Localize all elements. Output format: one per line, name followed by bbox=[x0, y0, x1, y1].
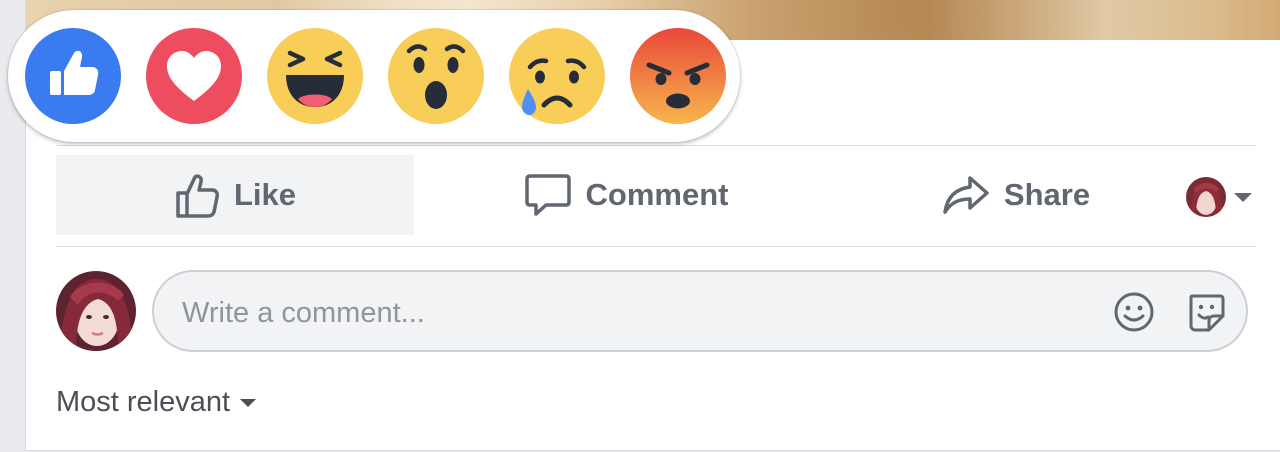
comment-input-box[interactable] bbox=[152, 270, 1248, 352]
reactions-popup bbox=[8, 10, 740, 142]
wow-reaction-icon bbox=[388, 28, 484, 124]
divider-bottom bbox=[56, 246, 1256, 247]
thumbs-up-icon bbox=[174, 171, 220, 219]
comment-composer bbox=[56, 270, 1256, 352]
sticker-icon[interactable] bbox=[1184, 290, 1228, 334]
comment-bubble-icon bbox=[524, 172, 572, 218]
like-label: Like bbox=[233, 177, 297, 212]
user-avatar-small bbox=[1186, 177, 1226, 217]
reaction-wow[interactable] bbox=[387, 27, 485, 125]
comment-button[interactable]: Comment bbox=[476, 155, 776, 235]
sort-comments-dropdown[interactable]: Most relevant bbox=[56, 386, 257, 419]
love-reaction-icon bbox=[146, 28, 242, 124]
post-actions: Like Comment Share bbox=[56, 155, 1256, 235]
comment-input[interactable] bbox=[180, 290, 1084, 336]
reaction-sad[interactable] bbox=[508, 27, 606, 125]
user-avatar[interactable] bbox=[56, 271, 136, 351]
like-button[interactable]: Like bbox=[56, 155, 414, 235]
chevron-down-icon bbox=[1234, 192, 1252, 202]
divider-top bbox=[56, 145, 1256, 146]
comment-label: Comment bbox=[585, 177, 729, 212]
share-arrow-icon bbox=[942, 174, 990, 216]
haha-reaction-icon bbox=[267, 28, 363, 124]
sort-label: Most relevant bbox=[56, 386, 231, 418]
reaction-angry[interactable] bbox=[629, 27, 727, 125]
reaction-love[interactable] bbox=[145, 27, 243, 125]
reaction-as-selector[interactable] bbox=[1186, 177, 1252, 217]
reaction-haha[interactable] bbox=[266, 27, 364, 125]
share-label: Share bbox=[1003, 177, 1091, 212]
emoji-smiley-icon[interactable] bbox=[1112, 290, 1156, 334]
chevron-down-icon bbox=[240, 398, 257, 407]
share-button[interactable]: Share bbox=[876, 155, 1156, 235]
sad-reaction-icon bbox=[509, 28, 605, 124]
reaction-like[interactable] bbox=[24, 27, 122, 125]
angry-reaction-icon bbox=[630, 28, 726, 124]
like-reaction-icon bbox=[25, 28, 121, 124]
